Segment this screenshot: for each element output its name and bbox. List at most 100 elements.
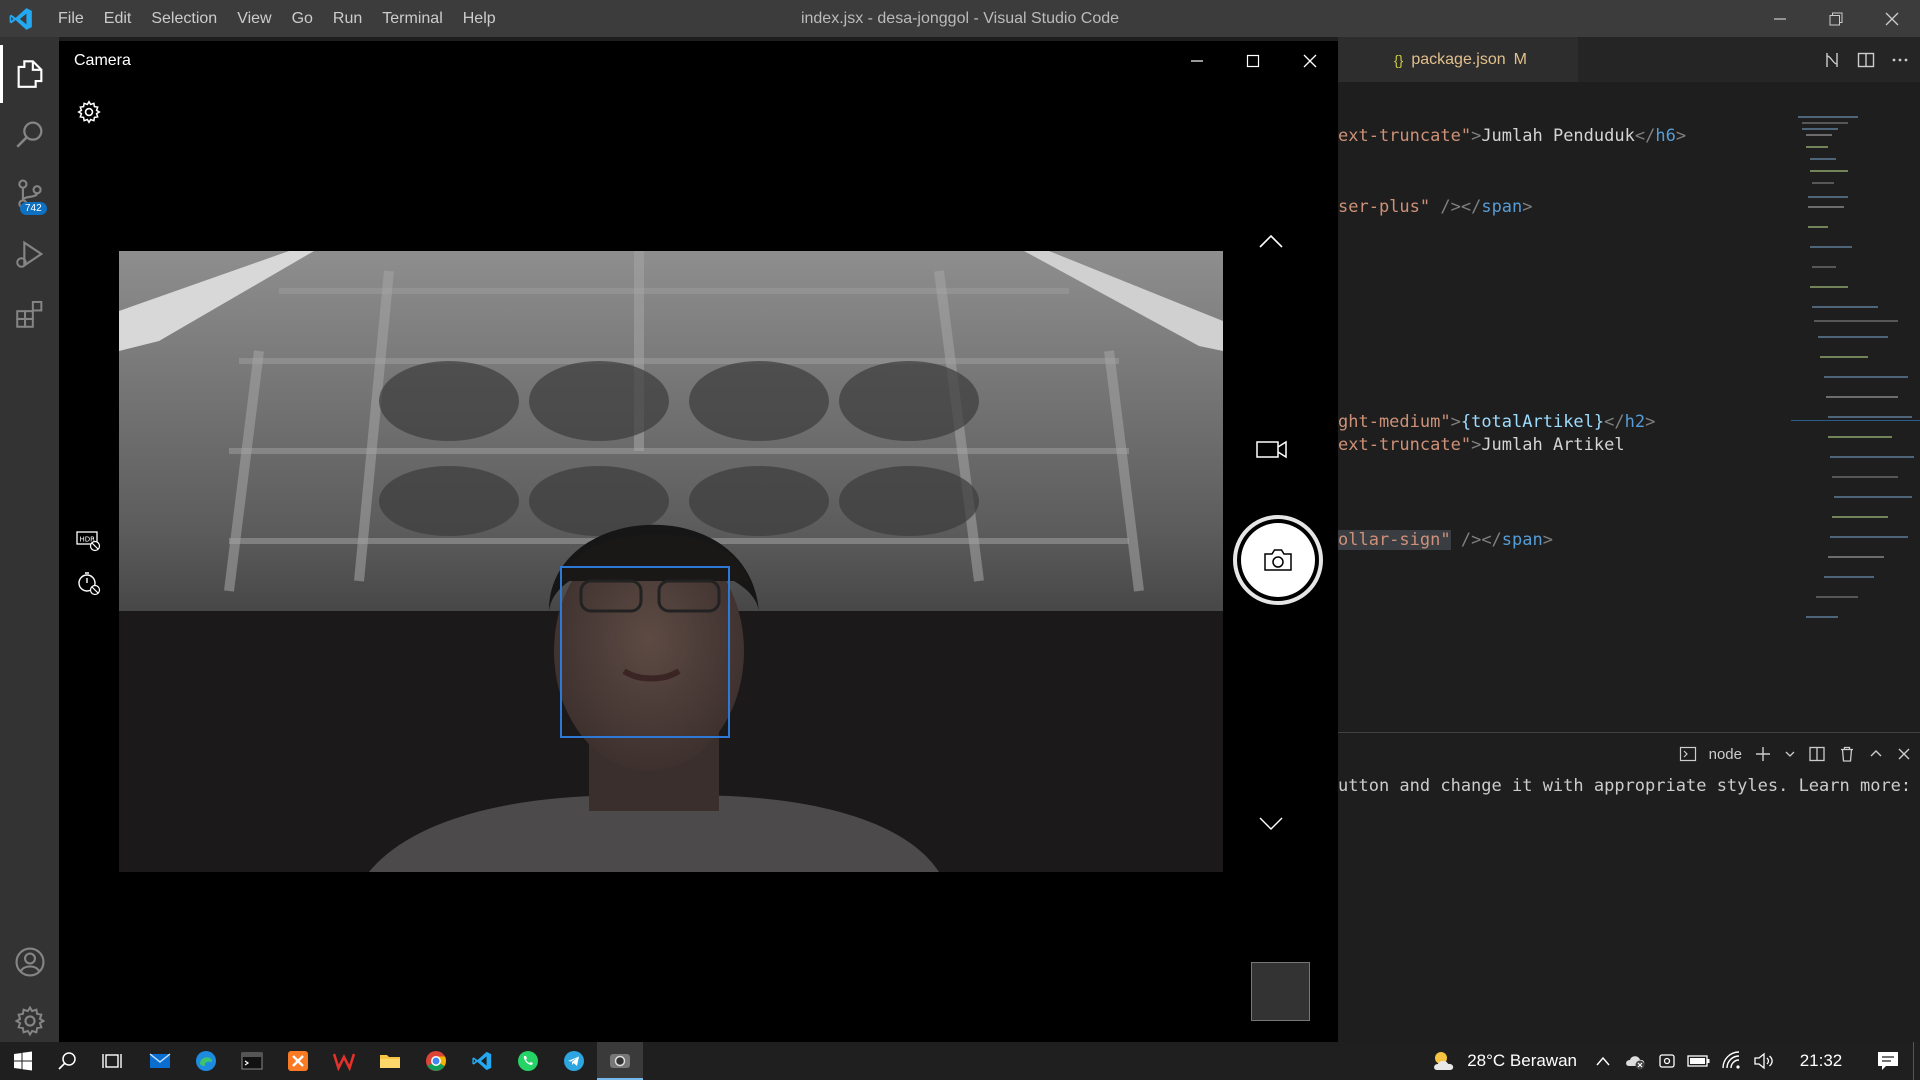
active-indicator — [0, 45, 3, 103]
run-debug-icon — [15, 240, 43, 268]
task-view-button[interactable] — [89, 1042, 135, 1080]
menu-edit[interactable]: Edit — [94, 10, 142, 28]
close-icon — [1885, 12, 1899, 25]
more-actions-icon[interactable] — [1890, 50, 1910, 70]
camera-app[interactable] — [597, 1042, 643, 1080]
code-line[interactable]: ser-plus" /></span> — [1338, 197, 1533, 217]
hdr-toggle-button[interactable]: HDR — [74, 526, 104, 556]
whatsapp-app[interactable] — [505, 1042, 551, 1080]
vscode-close-button[interactable] — [1864, 0, 1920, 37]
menu-help[interactable]: Help — [453, 10, 506, 28]
chevron-down-icon — [1259, 817, 1283, 830]
video-camera-icon — [1256, 440, 1287, 459]
menu-run[interactable]: Run — [323, 10, 372, 28]
task-view-icon — [102, 1054, 122, 1068]
menu-view[interactable]: View — [227, 10, 281, 28]
tab-modified-status: M — [1513, 50, 1527, 68]
telegram-app[interactable] — [551, 1042, 597, 1080]
json-file-icon: {} — [1394, 51, 1404, 68]
start-button[interactable] — [0, 1042, 46, 1080]
camera-minimize-button[interactable] — [1169, 41, 1225, 81]
new-terminal-icon[interactable] — [1754, 745, 1772, 763]
last-photo-thumbnail[interactable] — [1251, 962, 1310, 1021]
chevron-up-icon[interactable] — [1595, 1055, 1611, 1067]
telegram-icon — [564, 1051, 584, 1071]
clock[interactable]: 21:32 — [1793, 1051, 1849, 1071]
minimize-icon — [1774, 17, 1786, 20]
video-mode-button[interactable] — [1250, 434, 1294, 464]
webcam-preview-image — [119, 251, 1223, 872]
account-icon — [14, 947, 45, 977]
open-changes-icon[interactable] — [1822, 50, 1842, 70]
explorer-button[interactable] — [0, 45, 59, 103]
weather-text[interactable]: 28°C Berawan — [1467, 1051, 1577, 1071]
tab-package-json[interactable]: {} package.json M — [1338, 37, 1578, 82]
terminal-icon — [241, 1052, 263, 1070]
search-icon — [58, 1052, 76, 1070]
accounts-button[interactable] — [0, 933, 59, 991]
windows-taskbar: 28°C Berawan 21:32 — [0, 1042, 1920, 1080]
mode-down-button[interactable] — [1251, 809, 1291, 839]
minimap[interactable] — [1788, 107, 1918, 707]
trash-icon[interactable] — [1838, 745, 1856, 763]
notifications-button[interactable] — [1863, 1042, 1913, 1080]
code-line[interactable]: ext-truncate">Jumlah Penduduk</h6> — [1338, 126, 1686, 146]
split-terminal-icon[interactable] — [1808, 745, 1826, 763]
search-button[interactable] — [44, 1042, 90, 1080]
terminal-app[interactable] — [229, 1042, 275, 1080]
code-line[interactable]: ght-medium">{totalArtikel}</h2> — [1338, 412, 1655, 432]
menu-terminal[interactable]: Terminal — [372, 10, 452, 28]
vscode-minimize-button[interactable] — [1752, 0, 1808, 37]
terminal-panel: node utton and change it with appropriat… — [1338, 732, 1920, 1043]
wifi-icon[interactable] — [1721, 1051, 1743, 1071]
menu-selection[interactable]: Selection — [141, 10, 227, 28]
onedrive-off-icon[interactable] — [1625, 1051, 1647, 1071]
extensions-icon — [15, 300, 42, 328]
code-line[interactable]: ext-truncate">Jumlah Artikel — [1338, 435, 1625, 455]
run-debug-button[interactable] — [0, 225, 59, 283]
camera-title: Camera — [74, 52, 131, 69]
vscode-logo-icon — [9, 8, 32, 30]
timer-off-icon — [78, 572, 101, 596]
take-photo-button[interactable] — [1233, 515, 1323, 605]
timer-toggle-button[interactable] — [74, 568, 104, 598]
split-editor-icon[interactable] — [1856, 50, 1876, 70]
search-icon — [15, 121, 42, 148]
menu-go[interactable]: Go — [282, 10, 323, 28]
mail-icon — [149, 1053, 171, 1068]
gear-icon — [14, 1005, 45, 1037]
volume-icon[interactable] — [1753, 1051, 1775, 1071]
chrome-app[interactable] — [413, 1042, 459, 1080]
code-line[interactable]: ollar-sign" /></span> — [1338, 530, 1553, 550]
meet-now-icon[interactable] — [1657, 1051, 1677, 1071]
chevron-up-icon[interactable] — [1868, 746, 1884, 762]
source-control-button[interactable]: 742 — [0, 165, 59, 223]
search-button[interactable] — [0, 105, 59, 163]
notification-icon — [1878, 1052, 1898, 1070]
mode-up-button[interactable] — [1251, 226, 1291, 256]
files-icon — [17, 60, 42, 88]
camera-viewfinder[interactable] — [119, 251, 1223, 872]
xampp-app[interactable] — [275, 1042, 321, 1080]
file-explorer-app[interactable] — [367, 1042, 413, 1080]
battery-icon[interactable] — [1687, 1054, 1711, 1068]
camera-maximize-button[interactable] — [1225, 41, 1281, 81]
vscode-app[interactable] — [459, 1042, 505, 1080]
restore-icon — [1829, 12, 1843, 25]
menu-file[interactable]: File — [48, 10, 94, 28]
wps-office-app[interactable] — [321, 1042, 367, 1080]
close-panel-icon[interactable] — [1896, 746, 1912, 762]
minimap-slider[interactable] — [1791, 420, 1920, 421]
vscode-restore-button[interactable] — [1808, 0, 1864, 37]
show-desktop-button[interactable] — [1913, 1042, 1920, 1080]
mail-app[interactable] — [137, 1042, 183, 1080]
extensions-button[interactable] — [0, 285, 59, 343]
camera-settings-button[interactable] — [74, 97, 104, 127]
edge-app[interactable] — [183, 1042, 229, 1080]
chevron-down-icon[interactable] — [1784, 748, 1796, 760]
chevron-up-icon — [1259, 234, 1283, 248]
camera-close-button[interactable] — [1282, 41, 1338, 81]
terminal-shell-label[interactable]: node — [1709, 746, 1742, 763]
terminal-actions: node — [1679, 739, 1912, 769]
shutter-inner — [1241, 523, 1315, 597]
